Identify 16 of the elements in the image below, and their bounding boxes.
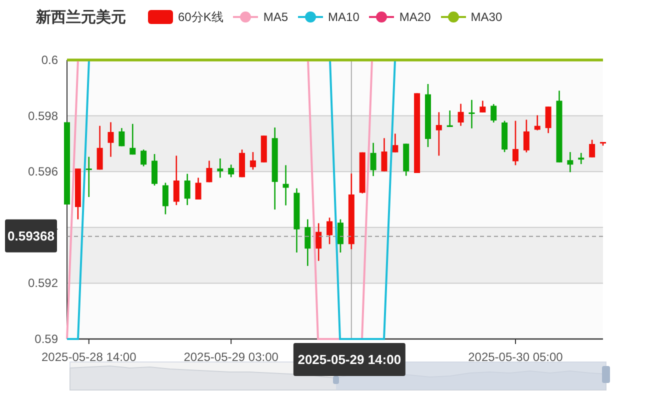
x-pointer-value: 2025-05-29 14:00 xyxy=(298,352,402,367)
y-axis-label: 0.596 xyxy=(28,164,58,179)
legend-label[interactable]: MA30 xyxy=(470,10,502,24)
legend-label[interactable]: MA5 xyxy=(263,10,288,24)
legend-label[interactable]: MA10 xyxy=(328,10,360,24)
legend-label[interactable]: MA20 xyxy=(399,10,431,24)
x-axis-label: 2025-05-28 14:00 xyxy=(42,350,136,364)
chart-title: 新西兰元美元 xyxy=(36,8,126,26)
x-axis-label: 2025-05-30 05:00 xyxy=(468,350,563,364)
x-axis-label: 2025-05-29 03:00 xyxy=(184,350,278,364)
y-axis-label: 0.6 xyxy=(41,53,58,67)
y-axis-label: 0.59 xyxy=(34,332,58,346)
y-axis-label: 0.598 xyxy=(28,108,58,123)
y-axis-label: 0.592 xyxy=(28,276,58,290)
legend-label[interactable]: 60分K线 xyxy=(178,8,224,26)
y-pointer-value: 0.59368 xyxy=(8,228,54,244)
